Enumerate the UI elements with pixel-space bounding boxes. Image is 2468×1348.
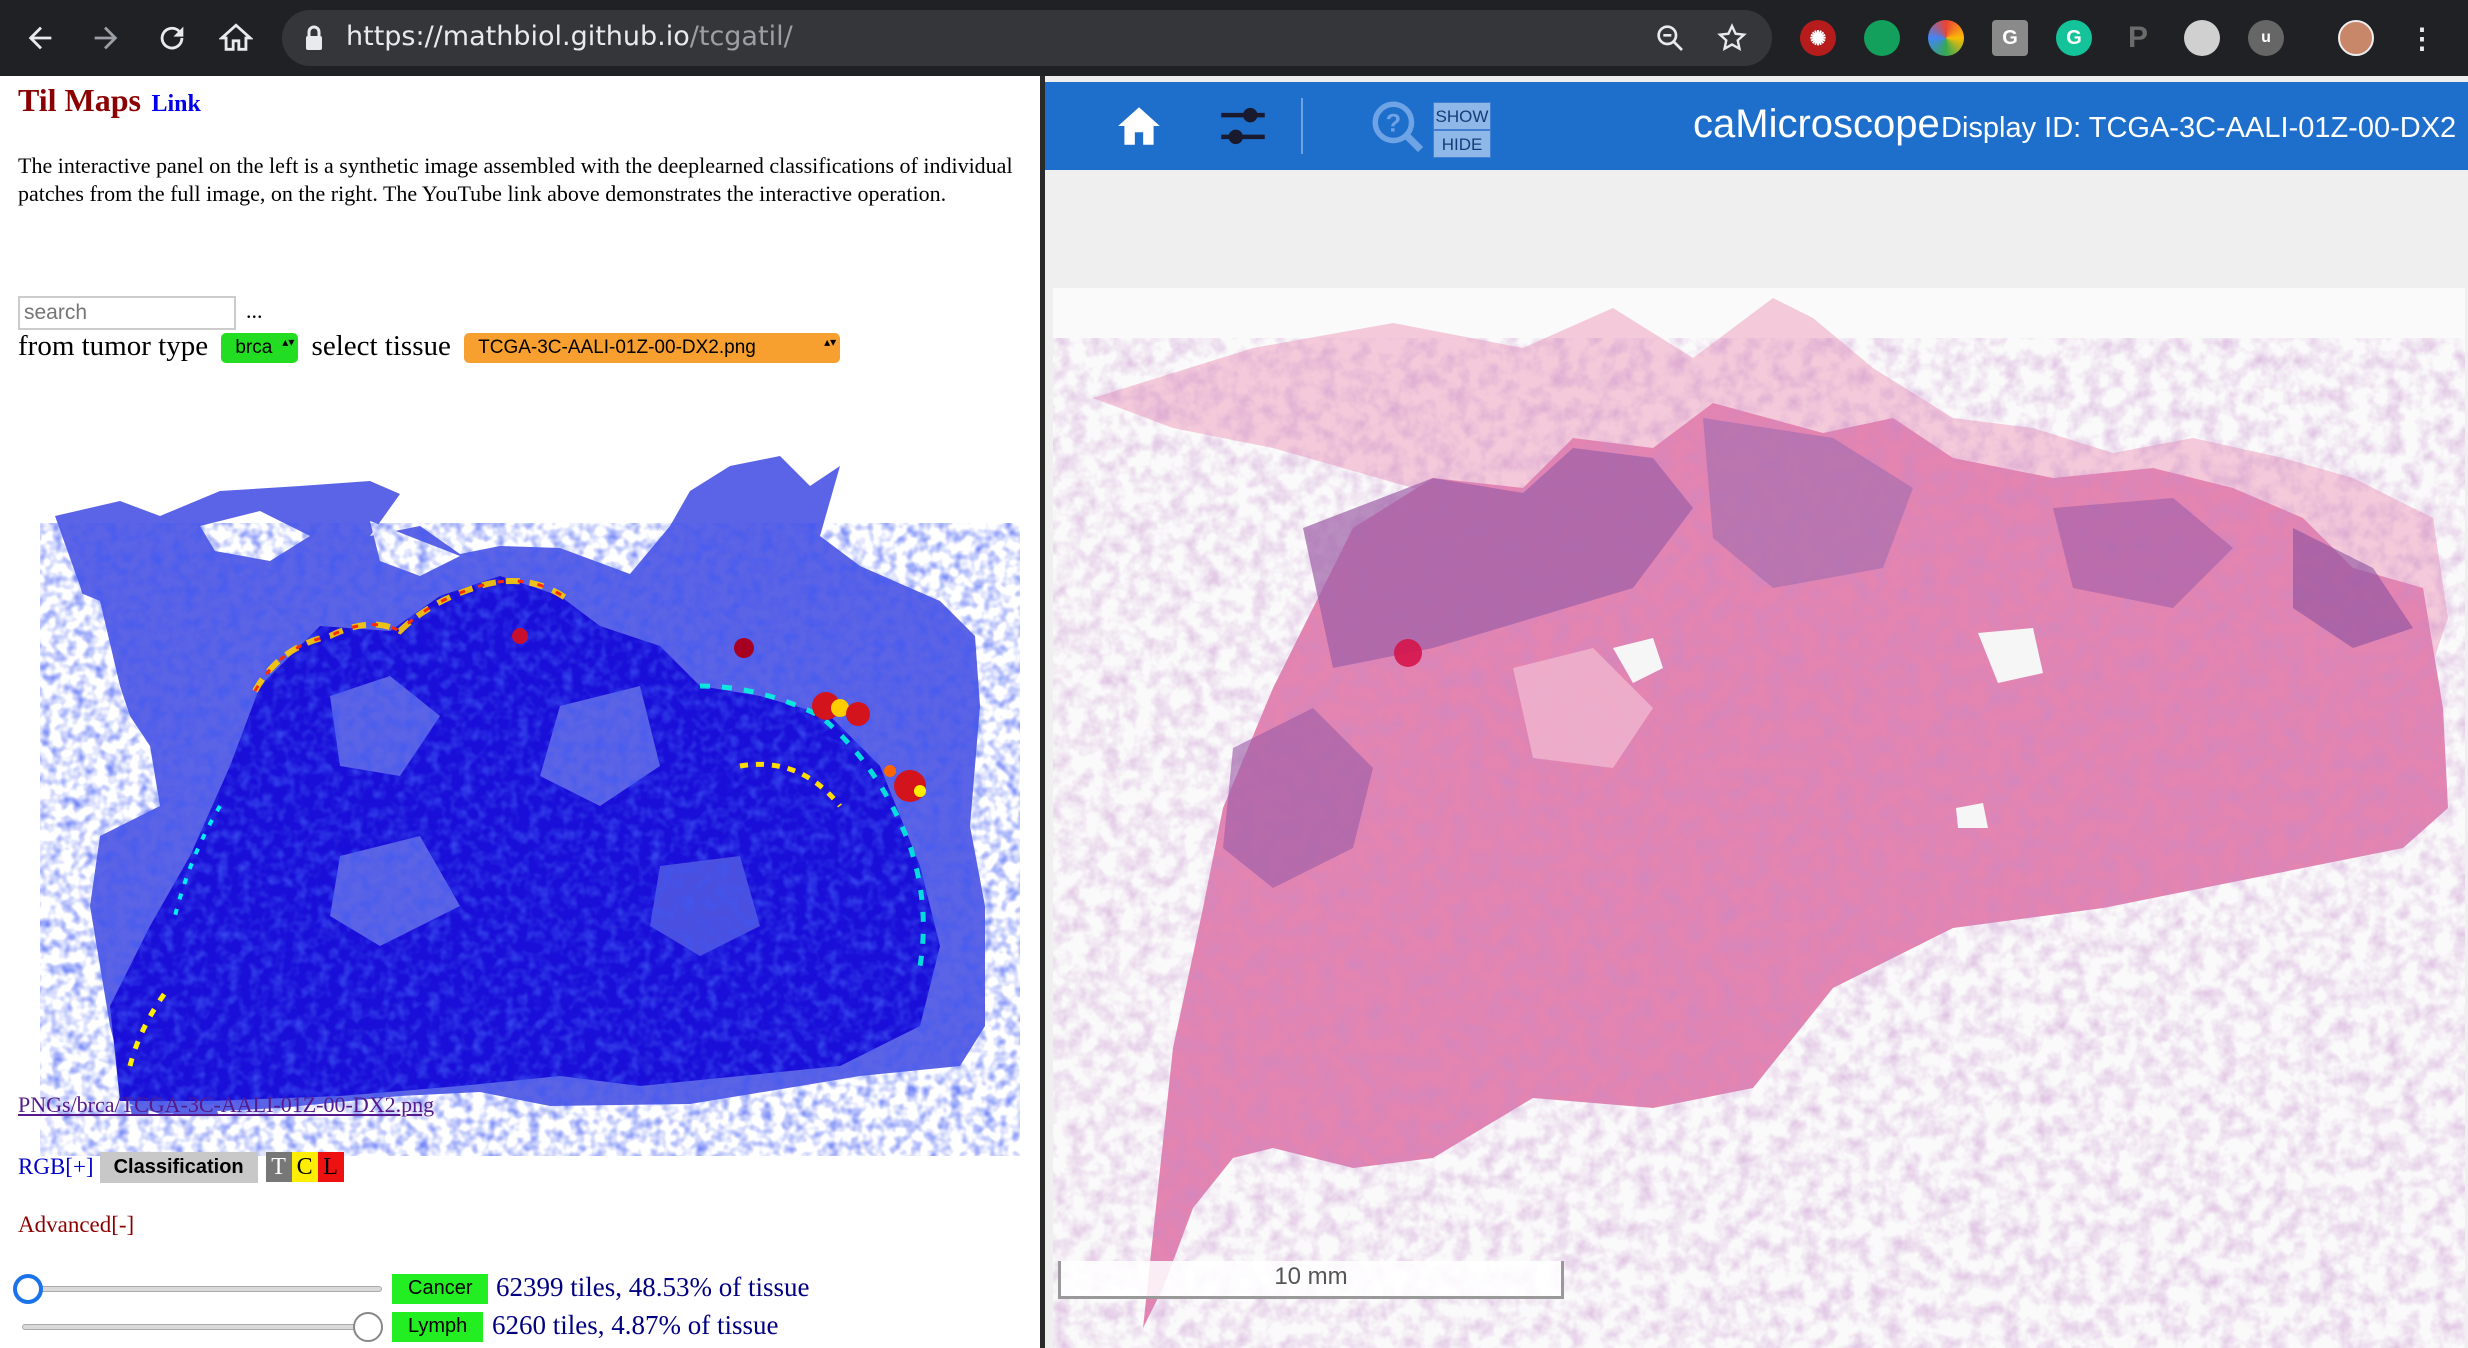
avatar[interactable] bbox=[2338, 20, 2374, 56]
camicroscope-viewer: ? SHOW HIDE caMicroscope Display ID: TCG… bbox=[1045, 76, 2468, 1348]
search-input[interactable] bbox=[18, 296, 236, 330]
camicroscope-title: caMicroscope bbox=[1693, 102, 1940, 146]
lymph-slider[interactable] bbox=[22, 1312, 383, 1342]
tilmaps-panel: Til Maps Link The interactive panel on t… bbox=[0, 76, 1040, 1348]
cancer-button[interactable]: Cancer bbox=[392, 1274, 489, 1304]
tcl-l-button[interactable]: L bbox=[317, 1152, 344, 1182]
lymph-button[interactable]: Lymph bbox=[392, 1312, 484, 1342]
lymph-stats: 6260 tiles, 4.87% of tissue bbox=[492, 1310, 779, 1340]
extension-chrome-icon[interactable] bbox=[1928, 20, 1964, 56]
hide-button[interactable]: HIDE bbox=[1433, 130, 1491, 158]
lymph-slider-handle[interactable] bbox=[353, 1312, 383, 1342]
tumor-tissue-row: from tumor type brca select tissue TCGA-… bbox=[18, 330, 846, 364]
address-bar[interactable]: https://mathbiol.github.io/tcgatil/ bbox=[282, 10, 1772, 66]
select-tissue-label: select tissue bbox=[311, 330, 451, 362]
reload-icon[interactable] bbox=[148, 14, 196, 62]
extension-virus-icon[interactable]: ✺ bbox=[1800, 20, 1836, 56]
page-title-text: Til Maps bbox=[18, 82, 141, 118]
zoom-icon[interactable] bbox=[1654, 22, 1686, 54]
camicroscope-toolbar: ? SHOW HIDE caMicroscope Display ID: TCG… bbox=[1045, 82, 2468, 170]
extension-chat-icon[interactable] bbox=[1864, 20, 1900, 56]
tcl-t-button[interactable]: T bbox=[265, 1152, 292, 1182]
show-hide-group: SHOW HIDE bbox=[1433, 102, 1491, 158]
extension-g-icon[interactable]: G bbox=[1992, 20, 2028, 56]
svg-text:?: ? bbox=[1386, 109, 1402, 137]
advanced-toggle[interactable]: Advanced[-] bbox=[18, 1212, 134, 1238]
help-icon[interactable]: ? bbox=[1367, 98, 1427, 154]
til-map-image[interactable] bbox=[40, 386, 1020, 1156]
star-icon[interactable] bbox=[1716, 22, 1748, 54]
url-text: https://mathbiol.github.io/tcgatil/ bbox=[346, 21, 793, 52]
search-ellipsis: ... bbox=[246, 298, 263, 323]
slide-image[interactable] bbox=[1053, 288, 2465, 1348]
back-icon[interactable] bbox=[16, 14, 64, 62]
tissue-select[interactable]: TCGA-3C-AALI-01Z-00-DX2.png bbox=[464, 333, 841, 364]
lock-icon bbox=[306, 25, 322, 50]
png-link[interactable]: PNGs/brca/TCGA-3C-AALI-01Z-00-DX2.png bbox=[18, 1092, 434, 1118]
extension-circle-icon[interactable] bbox=[2184, 20, 2220, 56]
classification-button[interactable]: Classification bbox=[99, 1151, 258, 1183]
cancer-slider[interactable] bbox=[13, 1274, 382, 1304]
menu-icon[interactable]: ⋮ bbox=[2404, 20, 2440, 56]
toolbar-separator bbox=[1301, 98, 1303, 154]
forward-icon[interactable] bbox=[82, 14, 130, 62]
youtube-link[interactable]: Link bbox=[151, 91, 200, 117]
home-icon[interactable] bbox=[212, 14, 260, 62]
tumor-type-label: from tumor type bbox=[18, 330, 209, 362]
display-id: Display ID: TCGA-3C-AALI-01Z-00-DX2 bbox=[1941, 112, 2457, 144]
rgb-toggle[interactable]: RGB[+] bbox=[18, 1154, 94, 1180]
cancer-stats: 62399 tiles, 48.53% of tissue bbox=[496, 1272, 810, 1302]
classification-row: RGB[+] Classification T C L bbox=[18, 1150, 344, 1184]
grammarly-icon[interactable]: G bbox=[2056, 20, 2092, 56]
sliders-icon[interactable] bbox=[1211, 98, 1275, 154]
scale-bar: 10 mm bbox=[1058, 1261, 1564, 1299]
cancer-slider-handle[interactable] bbox=[13, 1274, 43, 1304]
home-icon[interactable] bbox=[1111, 98, 1167, 154]
extension-u-icon[interactable]: u bbox=[2248, 20, 2284, 56]
browser-toolbar: https://mathbiol.github.io/tcgatil/ ✺ G … bbox=[0, 0, 2468, 76]
tcl-c-button[interactable]: C bbox=[291, 1152, 318, 1182]
page-title: Til Maps Link bbox=[18, 82, 201, 119]
tumor-type-select[interactable]: brca bbox=[221, 333, 299, 364]
scale-label: 10 mm bbox=[1274, 1263, 1348, 1290]
description: The interactive panel on the left is a s… bbox=[18, 153, 1013, 206]
show-button[interactable]: SHOW bbox=[1433, 102, 1491, 130]
extension-p-icon[interactable]: P bbox=[2120, 20, 2156, 56]
